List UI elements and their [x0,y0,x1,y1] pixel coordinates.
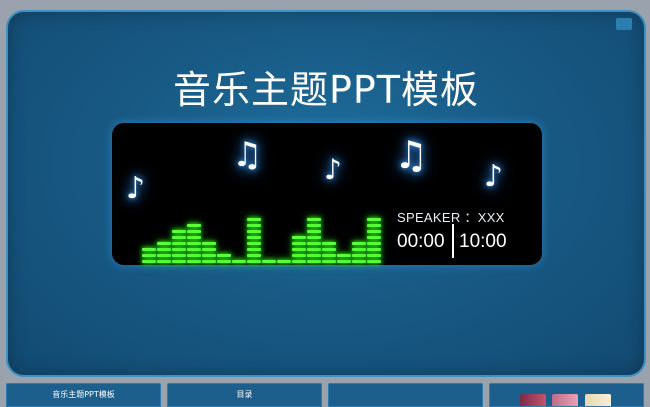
equalizer-segment [157,260,171,263]
equalizer-segment [202,242,216,245]
equalizer-segment [187,230,201,233]
equalizer-segment [307,236,321,239]
equalizer-segment [292,260,306,263]
equalizer-segment [172,260,186,263]
slide-thumbnail-2[interactable]: 目录 [167,383,322,407]
equalizer-segment [292,242,306,245]
equalizer-segment [367,242,381,245]
equalizer-segment [337,260,351,263]
equalizer-segment [367,236,381,239]
equalizer-segment [247,230,261,233]
equalizer-segment [142,248,156,251]
equalizer-segment [142,260,156,263]
equalizer-segment [307,260,321,263]
equalizer-segment [172,236,186,239]
music-notes-icon: ♫ [232,135,263,175]
equalizer-segment [307,224,321,227]
equalizer-segment [157,242,171,245]
equalizer-segment [247,248,261,251]
slide-thumbnail-1[interactable]: 音乐主题PPT模板 [6,383,161,407]
music-note-icon: ♪ [484,159,504,194]
time-divider [452,224,454,258]
equalizer-segment [202,254,216,257]
equalizer-segment [292,236,306,239]
equalizer-segment [217,260,231,263]
equalizer-segment [247,224,261,227]
slide-thumbnail-4[interactable] [489,383,644,407]
equalizer-segment [292,254,306,257]
equalizer-segment [337,254,351,257]
window-corner-mark [616,18,632,30]
equalizer-segment [352,260,366,263]
music-player-panel: ♪ ♫ ♪ ♫ ♪ SPEAKER ：XXX 00:00 10:00 [112,123,542,265]
equalizer-segment [322,254,336,257]
equalizer-segment [187,236,201,239]
equalizer-segment [367,230,381,233]
thumbnail-image [585,394,611,406]
music-note-icon: ♪ [126,171,146,206]
equalizer-segment [187,248,201,251]
equalizer-bars [142,205,382,265]
time-total: 10:00 [459,231,507,252]
equalizer-segment [157,248,171,251]
equalizer-segment [352,242,366,245]
equalizer-segment [367,218,381,221]
equalizer-segment [247,236,261,239]
equalizer-segment [367,260,381,263]
equalizer-segment [172,248,186,251]
equalizer-segment [352,248,366,251]
equalizer-segment [307,242,321,245]
equalizer-segment [367,248,381,251]
speaker-label: SPEAKER ：XXX [397,210,505,225]
equalizer-segment [247,218,261,221]
thumbnail-image [552,394,578,406]
music-note-icon: ♪ [324,153,342,186]
equalizer-segment [277,260,291,263]
equalizer-segment [292,248,306,251]
music-notes-icon: ♫ [394,133,429,177]
slide-canvas: 音乐主题PPT模板 ♪ ♫ ♪ ♫ ♪ SPEAKER ：XXX 00:00 1… [6,10,646,377]
equalizer-segment [142,254,156,257]
equalizer-segment [322,248,336,251]
slide-title: 音乐主题PPT模板 [172,68,480,112]
equalizer-segment [322,260,336,263]
equalizer-segment [172,254,186,257]
slide-thumbnail-3[interactable] [328,383,483,407]
equalizer-segment [202,260,216,263]
equalizer-segment [307,248,321,251]
time-elapsed: 00:00 [397,231,445,252]
equalizer-segment [157,254,171,257]
equalizer-segment [262,260,276,263]
equalizer-segment [187,254,201,257]
equalizer-segment [232,260,246,263]
equalizer-segment [322,242,336,245]
equalizer-segment [352,254,366,257]
equalizer-segment [307,218,321,221]
slide-thumbnail-strip: 音乐主题PPT模板 目录 [0,383,650,407]
equalizer-segment [202,248,216,251]
equalizer-segment [187,242,201,245]
equalizer-segment [247,242,261,245]
equalizer-segment [172,230,186,233]
equalizer-segment [307,230,321,233]
equalizer-segment [187,260,201,263]
thumbnail-image [520,394,546,406]
equalizer-segment [247,260,261,263]
equalizer-segment [172,242,186,245]
equalizer-segment [187,224,201,227]
equalizer-segment [367,254,381,257]
equalizer-segment [217,254,231,257]
equalizer-segment [307,254,321,257]
equalizer-segment [367,224,381,227]
equalizer-segment [247,254,261,257]
